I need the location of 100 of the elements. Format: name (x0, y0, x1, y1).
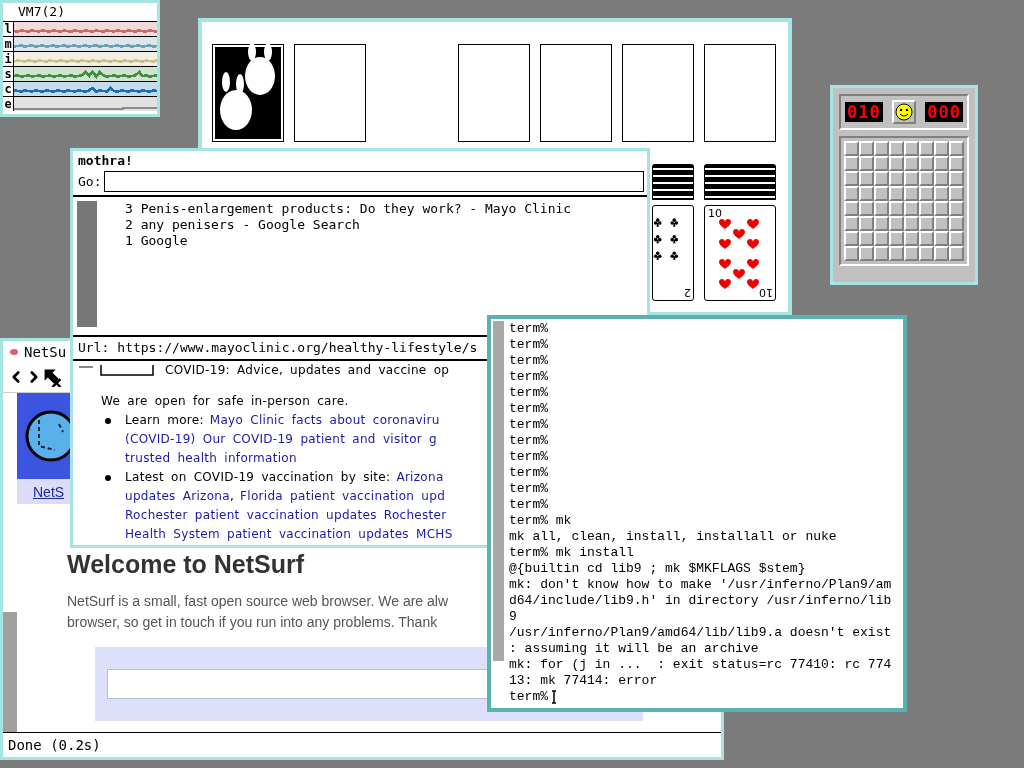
mine-cell[interactable] (904, 246, 919, 261)
mine-cell[interactable] (859, 201, 874, 216)
terminal-line: term% (509, 481, 549, 497)
history-item[interactable]: 3 Penis-enlargement products: Do they work? - Mayo Clinic (125, 201, 572, 217)
mine-cell[interactable] (889, 186, 904, 201)
mine-cell[interactable] (889, 141, 904, 156)
mine-cell[interactable] (844, 171, 859, 186)
mine-cell[interactable] (844, 216, 859, 231)
mine-cell[interactable] (949, 216, 964, 231)
mine-cell[interactable] (859, 246, 874, 261)
mine-counter: 010 (845, 102, 883, 122)
mine-cell[interactable] (874, 156, 889, 171)
stop-button[interactable] (43, 367, 62, 387)
mine-cell[interactable] (919, 231, 934, 246)
mine-cell[interactable] (844, 201, 859, 216)
mine-cell[interactable] (859, 186, 874, 201)
scrollbar-thumb[interactable] (493, 321, 504, 661)
mine-cell[interactable] (889, 201, 904, 216)
mine-cell[interactable] (844, 141, 859, 156)
link[interactable]: updates Arizona (125, 487, 230, 506)
mine-cell[interactable] (859, 156, 874, 171)
card-slot[interactable] (294, 44, 366, 142)
mine-cell[interactable] (889, 216, 904, 231)
history-item[interactable]: 2 any penisers - Google Search (125, 217, 572, 233)
history-item[interactable]: 1 Google (125, 233, 572, 249)
reset-button[interactable] (892, 100, 916, 124)
link[interactable]: Arizona (396, 468, 444, 487)
link[interactable]: Health System patient vaccination updates MCHS (125, 525, 453, 544)
mine-cell[interactable] (919, 141, 934, 156)
mine-cell[interactable] (874, 216, 889, 231)
mine-cell[interactable] (889, 171, 904, 186)
mine-cell[interactable] (949, 141, 964, 156)
mine-cell[interactable] (859, 171, 874, 186)
mine-cell[interactable] (934, 156, 949, 171)
mine-cell[interactable] (949, 186, 964, 201)
scrollbar-thumb[interactable] (3, 612, 17, 732)
terminal-line: term% (509, 417, 549, 433)
mine-cell[interactable] (889, 231, 904, 246)
mine-cell[interactable] (934, 246, 949, 261)
mine-cell[interactable] (949, 156, 964, 171)
mine-cell[interactable] (904, 216, 919, 231)
scrollbar-thumb[interactable] (77, 201, 97, 327)
mine-cell[interactable] (919, 201, 934, 216)
link[interactable]: (COVID-19) Our COVID-19 patient and visitor g (125, 430, 438, 449)
timer-counter: 000 (925, 102, 963, 122)
mine-cell[interactable] (949, 246, 964, 261)
card-slot[interactable] (540, 44, 612, 142)
mine-cell[interactable] (874, 171, 889, 186)
playing-card[interactable]: 10 10 (704, 205, 776, 301)
mine-cell[interactable] (889, 156, 904, 171)
mine-cell[interactable] (889, 246, 904, 261)
mine-cell[interactable] (934, 141, 949, 156)
mine-cell[interactable] (934, 231, 949, 246)
mine-cell[interactable] (919, 186, 934, 201)
card-back-drawing[interactable] (212, 44, 284, 142)
go-label: Go: (78, 174, 102, 189)
mine-cell[interactable] (949, 231, 964, 246)
playing-card[interactable]: 2 (652, 205, 694, 301)
card-slot[interactable] (458, 44, 530, 142)
mine-cell[interactable] (934, 186, 949, 201)
mine-cell[interactable] (904, 231, 919, 246)
mine-cell[interactable] (874, 141, 889, 156)
mine-cell[interactable] (844, 231, 859, 246)
mine-cell[interactable] (844, 156, 859, 171)
mine-cell[interactable] (859, 231, 874, 246)
card-stack[interactable] (652, 164, 694, 200)
mine-cell[interactable] (919, 216, 934, 231)
card-slot[interactable] (622, 44, 694, 142)
link[interactable]: Mayo Clinic facts about coronaviru (209, 411, 440, 430)
mine-cell[interactable] (904, 171, 919, 186)
mine-cell[interactable] (874, 231, 889, 246)
go-field[interactable] (104, 171, 644, 192)
mine-cell[interactable] (934, 171, 949, 186)
link[interactable]: Rochester patient vaccination updates Rochester (125, 506, 447, 525)
mine-cell[interactable] (919, 156, 934, 171)
mine-cell[interactable] (904, 201, 919, 216)
mine-cell[interactable] (949, 171, 964, 186)
mine-cell[interactable] (904, 141, 919, 156)
mine-cell[interactable] (904, 186, 919, 201)
link[interactable]: Florida patient vaccination upd (240, 487, 446, 506)
mine-cell[interactable] (859, 216, 874, 231)
mine-cell[interactable] (874, 201, 889, 216)
mine-cell[interactable] (874, 246, 889, 261)
mine-cell[interactable] (844, 186, 859, 201)
mine-cell[interactable] (904, 156, 919, 171)
mine-cell[interactable] (874, 186, 889, 201)
card-slot[interactable] (704, 44, 776, 142)
mine-cell[interactable] (934, 201, 949, 216)
mine-cell[interactable] (934, 216, 949, 231)
mine-cell[interactable] (919, 171, 934, 186)
card-stack[interactable] (704, 164, 776, 200)
terminal-line: mk: don't know how to make '/usr/inferno/Plan9/am (509, 577, 892, 593)
page-heading: Welcome to NetSurf (67, 550, 305, 579)
mine-cell[interactable] (844, 246, 859, 261)
link[interactable]: trusted health information (125, 449, 297, 468)
link[interactable]: NetS (33, 483, 65, 500)
mine-cell[interactable] (949, 201, 964, 216)
mine-cell[interactable] (859, 141, 874, 156)
content-text: , (229, 488, 235, 505)
mine-cell[interactable] (919, 246, 934, 261)
